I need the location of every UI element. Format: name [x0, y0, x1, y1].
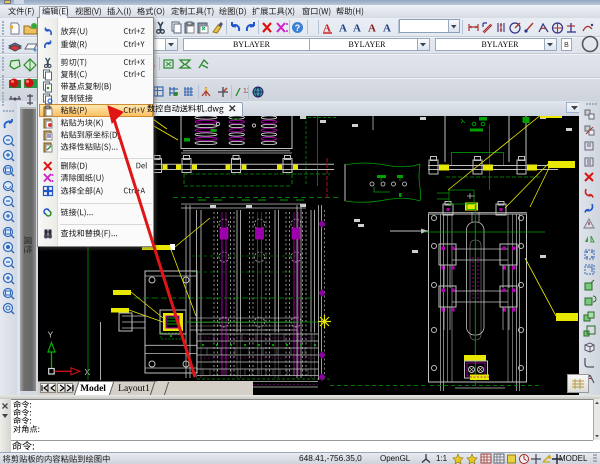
svg-text:A: A	[353, 23, 361, 35]
svg-text:?: ?	[295, 23, 301, 33]
svg-text:A: A	[339, 23, 347, 35]
svg-text:A: A	[368, 23, 376, 35]
svg-text:A: A	[383, 23, 391, 35]
